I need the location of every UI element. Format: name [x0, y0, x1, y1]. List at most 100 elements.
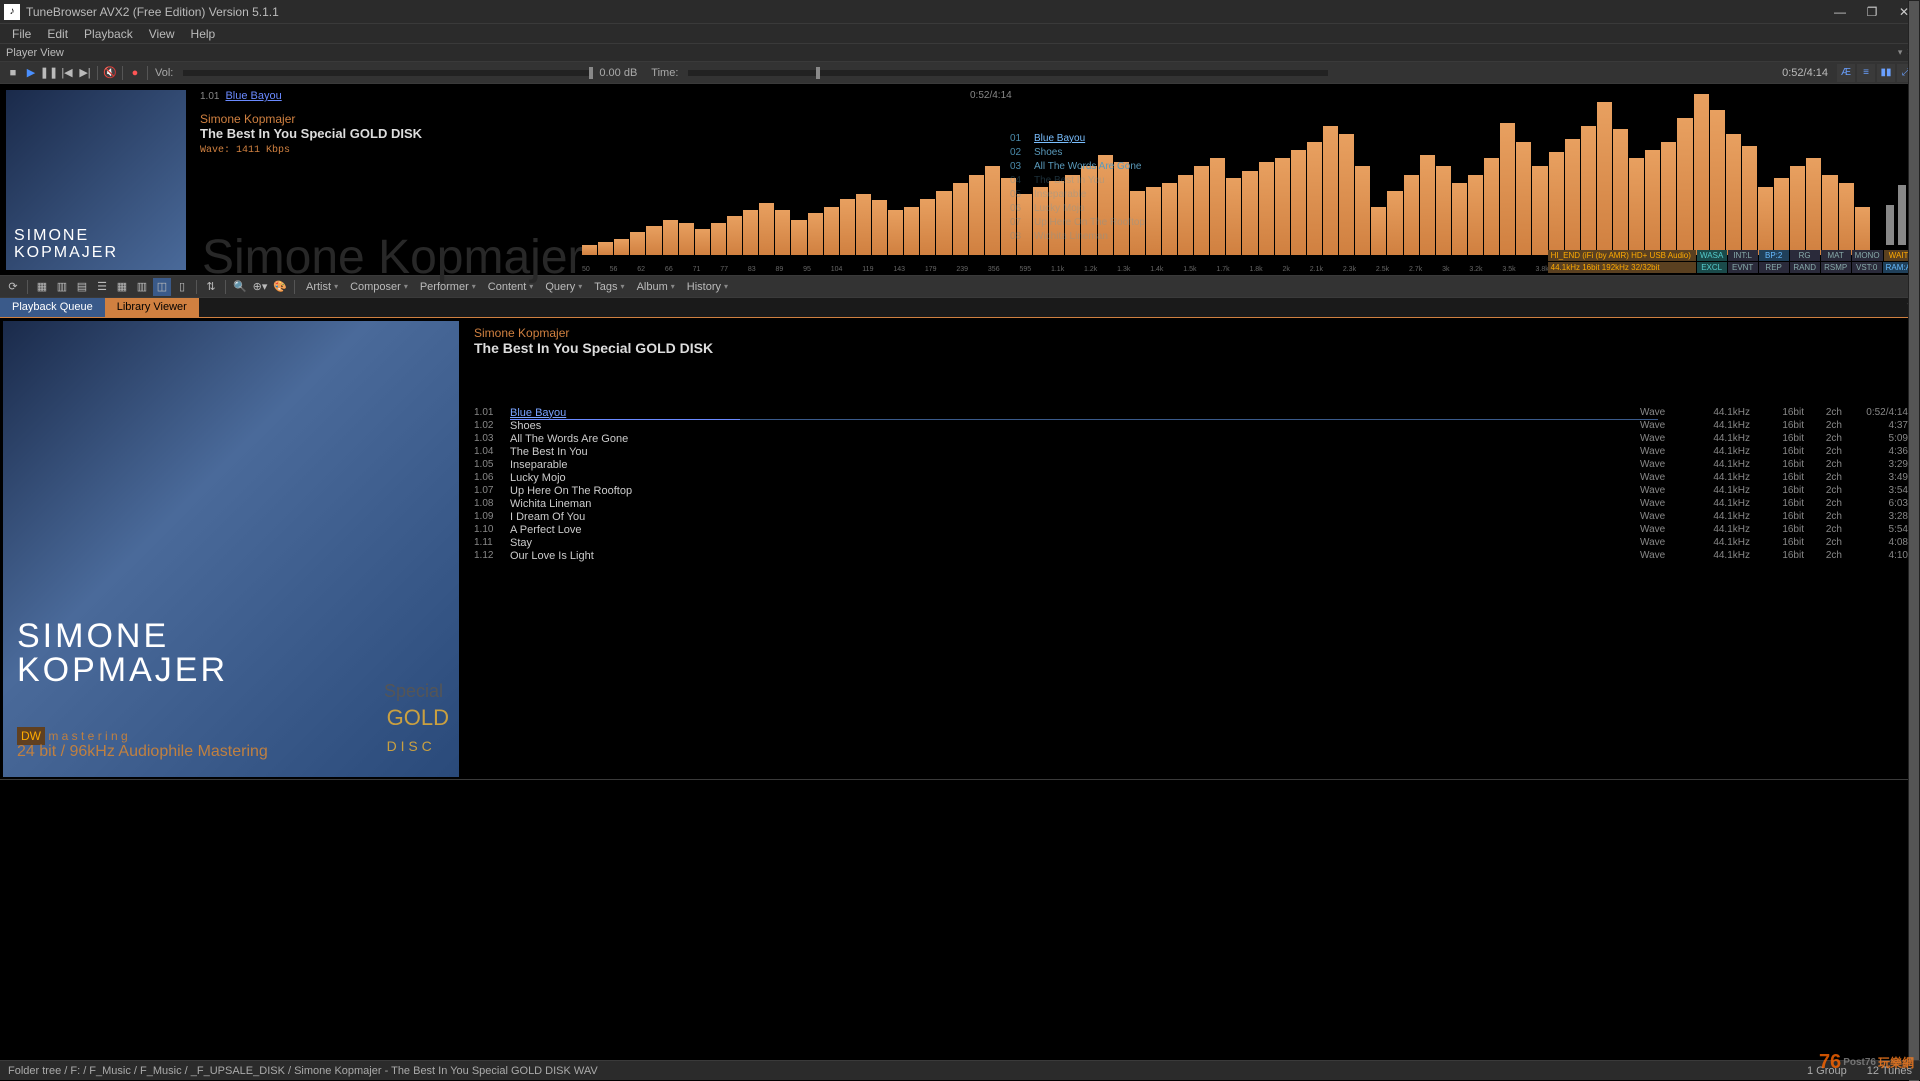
zoom-icon[interactable]: ⊕▾ — [251, 278, 269, 296]
spectrum-bar — [1855, 207, 1870, 255]
seek-slider[interactable] — [688, 70, 1328, 76]
now-track-num: 1.01 — [200, 91, 219, 102]
view-grid-icon[interactable]: ▦ — [33, 278, 51, 296]
sort-icon[interactable]: ⇅ — [202, 278, 220, 296]
queue-item[interactable]: 06Lucky Mojo — [1010, 202, 1145, 216]
menu-edit[interactable]: Edit — [39, 25, 76, 43]
tree-refresh-icon[interactable]: ⟳ — [4, 278, 22, 296]
tab-library-viewer[interactable]: Library Viewer — [105, 298, 199, 317]
filter-composer[interactable]: Composer — [344, 279, 414, 295]
view-columns-icon[interactable]: ▯ — [173, 278, 191, 296]
view-list-icon[interactable]: ☰ — [93, 278, 111, 296]
spectrum-bar — [1484, 158, 1499, 255]
track-row[interactable]: 1.07Up Here On The RooftopWave44.1kHz16b… — [474, 484, 1908, 497]
spectrum-bar — [1822, 175, 1837, 256]
track-row[interactable]: 1.03All The Words Are GoneWave44.1kHz16b… — [474, 432, 1908, 445]
spectrum-bar — [646, 226, 661, 255]
track-row[interactable]: 1.02ShoesWave44.1kHz16bit2ch4:37 — [474, 419, 1908, 432]
spectrum-bar — [985, 166, 1000, 255]
view-album-icon[interactable]: ◫ — [153, 278, 171, 296]
filter-artist[interactable]: Artist — [300, 279, 344, 295]
minimize-button[interactable]: — — [1824, 0, 1856, 24]
player-info: 1.01 Blue Bayou Simone Kopmajer The Best… — [192, 84, 572, 275]
time-display: 0:52/4:14 — [1782, 67, 1828, 79]
queue-item[interactable]: 04The Best In You — [1010, 174, 1145, 188]
spectrum-bar — [1178, 175, 1193, 256]
next-button[interactable]: ▶| — [76, 64, 94, 82]
track-panel: Simone Kopmajer The Best In You Special … — [462, 318, 1920, 779]
mute-button[interactable]: 🔇 — [101, 64, 119, 82]
queue-item[interactable]: 05Inseparable — [1010, 188, 1145, 202]
view-small-icon[interactable]: ▤ — [73, 278, 91, 296]
track-row[interactable]: 1.05InseparableWave44.1kHz16bit2ch3:29 — [474, 458, 1908, 471]
library-viewer: SIMONE KOPMAJER DW m a s t e r i n g 24 … — [0, 318, 1920, 780]
spectrum-bar — [1629, 158, 1644, 255]
panel-dropdown-icon[interactable]: ▾ — [1898, 47, 1903, 58]
view-tiles-icon[interactable]: ▥ — [53, 278, 71, 296]
status-path: Folder tree / F: / F_Music / F_Music / _… — [8, 1065, 598, 1077]
pause-button[interactable]: ❚❚ — [40, 64, 58, 82]
track-row[interactable]: 1.10A Perfect LoveWave44.1kHz16bit2ch5:5… — [474, 523, 1908, 536]
tab-playback-queue[interactable]: Playback Queue — [0, 298, 105, 317]
filter-history[interactable]: History — [681, 279, 734, 295]
time-label: Time: — [651, 67, 678, 79]
view-compact-icon[interactable]: ▥ — [133, 278, 151, 296]
spectrum-bar — [840, 199, 855, 255]
track-row[interactable]: 1.04The Best In YouWave44.1kHz16bit2ch4:… — [474, 445, 1908, 458]
now-track-title[interactable]: Blue Bayou — [225, 90, 281, 102]
filter-tags[interactable]: Tags — [588, 279, 630, 295]
spectrum-bar — [856, 194, 871, 255]
spectrum-bar — [1806, 158, 1821, 255]
library-scrollbar[interactable] — [1908, 0, 1920, 1080]
prev-button[interactable]: |◀ — [58, 64, 76, 82]
track-row[interactable]: 1.01Blue BayouWave44.1kHz16bit2ch0:52/4:… — [474, 406, 1908, 419]
queue-item[interactable]: 02Shoes — [1010, 146, 1145, 160]
filter-album[interactable]: Album — [631, 279, 681, 295]
queue-item[interactable]: 07Up Here On The Rooftop — [1010, 216, 1145, 230]
volume-slider[interactable] — [183, 70, 593, 76]
spectrum-bar — [1339, 134, 1354, 255]
chip-device: HI_END (iFi (by AMR) HD+ USB Audio) — [1548, 250, 1696, 261]
stop-button[interactable]: ■ — [4, 64, 22, 82]
library-toolbar: ⟳ ▦ ▥ ▤ ☰ ▦ ▥ ◫ ▯ ⇅ 🔍 ⊕▾ 🎨 ArtistCompose… — [0, 276, 1920, 298]
spectrum-bar — [711, 223, 726, 255]
queue-item[interactable]: 01Blue Bayou — [1010, 132, 1145, 146]
spectrum-bar — [1597, 102, 1612, 255]
track-row[interactable]: 1.06Lucky MojoWave44.1kHz16bit2ch3:49 — [474, 471, 1908, 484]
filter-performer[interactable]: Performer — [414, 279, 482, 295]
track-row[interactable]: 1.11StayWave44.1kHz16bit2ch4:08 — [474, 536, 1908, 549]
queue-item[interactable]: 03All The Words Are Gone — [1010, 160, 1145, 174]
spectrum-bar — [1839, 183, 1854, 255]
album-art-large: SIMONE KOPMAJER DW m a s t e r i n g 24 … — [3, 321, 459, 777]
spectrum-bar — [1436, 166, 1451, 255]
menu-file[interactable]: File — [4, 25, 39, 43]
view-mode-bars-icon[interactable]: ▮▮ — [1877, 64, 1895, 82]
filter-content[interactable]: Content — [482, 279, 540, 295]
track-row[interactable]: 1.12Our Love Is LightWave44.1kHz16bit2ch… — [474, 549, 1908, 562]
chip-format: 44.1kHz 16bit 192kHz 32/32bit — [1548, 262, 1696, 273]
menu-help[interactable]: Help — [183, 25, 224, 43]
view-detail-icon[interactable]: ▦ — [113, 278, 131, 296]
tabs-overflow[interactable] — [199, 298, 1920, 317]
spectrum-bar — [1516, 142, 1531, 255]
spectrum-bar — [1726, 134, 1741, 255]
play-button[interactable]: ▶ — [22, 64, 40, 82]
spectrum-bar — [582, 245, 597, 255]
queue-item[interactable]: 08Wichita Lineman — [1010, 230, 1145, 244]
spectrum-bar — [1677, 118, 1692, 255]
filter-query[interactable]: Query — [539, 279, 588, 295]
menu-view[interactable]: View — [141, 25, 183, 43]
maximize-button[interactable]: ❐ — [1856, 0, 1888, 24]
menu-playback[interactable]: Playback — [76, 25, 141, 43]
track-row[interactable]: 1.08Wichita LinemanWave44.1kHz16bit2ch6:… — [474, 497, 1908, 510]
palette-icon[interactable]: 🎨 — [271, 278, 289, 296]
transport-bar: ■ ▶ ❚❚ |◀ ▶| 🔇 ● Vol: 0.00 dB Time: 0:52… — [0, 62, 1920, 84]
spectrum-bar — [1694, 94, 1709, 255]
view-mode-ae-icon[interactable]: Æ — [1837, 64, 1855, 82]
spectrum-bar — [1307, 142, 1322, 255]
view-mode-list-icon[interactable]: ≡ — [1857, 64, 1875, 82]
search-icon[interactable]: 🔍 — [231, 278, 249, 296]
record-button[interactable]: ● — [126, 64, 144, 82]
track-row[interactable]: 1.09I Dream Of YouWave44.1kHz16bit2ch3:2… — [474, 510, 1908, 523]
spectrum-bar — [872, 200, 887, 255]
